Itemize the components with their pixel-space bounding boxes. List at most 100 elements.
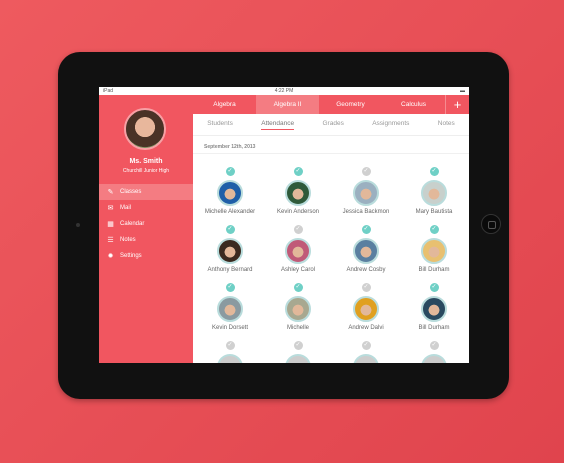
student-avatar xyxy=(217,296,243,322)
student-card[interactable]: ✓ Andrew Cosby xyxy=(332,225,400,273)
attendance-check-icon[interactable]: ✓ xyxy=(361,341,371,350)
calendar-icon: ▦ xyxy=(107,221,114,228)
student-name: Kevin Anderson xyxy=(276,209,320,215)
student-name: Bill Durham xyxy=(418,267,450,273)
home-button[interactable] xyxy=(481,214,501,234)
student-card[interactable]: ✓ Ashley Carol xyxy=(264,225,332,273)
subtab-assignments[interactable]: Assignments xyxy=(372,120,409,129)
student-avatar xyxy=(421,296,447,322)
student-card[interactable]: ✓ Michelle xyxy=(264,283,332,331)
clock: 4:22 PM xyxy=(274,88,294,94)
attendance-check-icon[interactable]: ✓ xyxy=(225,341,235,350)
student-card[interactable]: ✓ xyxy=(264,341,332,363)
attendance-check-icon[interactable]: ✓ xyxy=(361,167,371,176)
student-name: Anthony Bernard xyxy=(207,267,253,273)
teacher-avatar xyxy=(124,108,166,150)
sidebar-item-calendar[interactable]: ▦ Calendar xyxy=(99,216,193,232)
class-tabs: Algebra Algebra II Geometry Calculus + xyxy=(193,95,469,114)
student-card[interactable]: ✓ xyxy=(400,341,468,363)
tab-algebra-ii[interactable]: Algebra II xyxy=(256,95,319,114)
sidebar-menu: ✎ Classes ✉ Mail ▦ Calendar ☰ Notes ✹ Setting… xyxy=(99,184,193,264)
student-avatar xyxy=(285,354,311,363)
attendance-check-icon[interactable]: ✓ xyxy=(361,283,371,292)
student-avatar xyxy=(285,296,311,322)
student-avatar xyxy=(217,180,243,206)
student-avatar xyxy=(217,354,243,363)
student-name: Jessica Backmon xyxy=(342,209,390,215)
label: Classes xyxy=(120,189,142,195)
attendance-check-icon[interactable]: ✓ xyxy=(361,225,371,234)
sidebar-item-settings[interactable]: ✹ Settings xyxy=(99,248,193,264)
student-card[interactable]: ✓ Anthony Bernard xyxy=(196,225,264,273)
student-name: Michelle Alexander xyxy=(204,209,256,215)
tab-algebra[interactable]: Algebra xyxy=(193,95,256,114)
student-card[interactable]: ✓ Jessica Backmon xyxy=(332,167,400,215)
attendance-check-icon[interactable]: ✓ xyxy=(225,225,235,234)
add-class-button[interactable]: + xyxy=(445,95,469,114)
attendance-check-icon[interactable]: ✓ xyxy=(429,341,439,350)
attendance-check-icon[interactable]: ✓ xyxy=(429,283,439,292)
student-card[interactable]: ✓ Kevin Dorsett xyxy=(196,283,264,331)
subtab-students[interactable]: Students xyxy=(207,120,233,129)
screen: iPad 4:22 PM ▬ Ms. Smith Churchill Junio… xyxy=(99,87,469,363)
sidebar-item-classes[interactable]: ✎ Classes xyxy=(99,184,193,200)
camera xyxy=(76,223,80,227)
sub-tabs: Students Attendance Grades Assignments N… xyxy=(193,114,469,136)
label: Notes xyxy=(120,237,136,243)
pencil-icon: ✎ xyxy=(107,189,114,196)
student-name: Michelle xyxy=(286,325,309,331)
attendance-check-icon[interactable]: ✓ xyxy=(225,283,235,292)
student-card[interactable]: ✓ Andrew Dalvi xyxy=(332,283,400,331)
divider xyxy=(193,153,469,154)
student-name: Kevin Dorsett xyxy=(211,325,248,331)
battery-icon: ▬ xyxy=(460,88,465,94)
device-label: iPad xyxy=(103,88,114,94)
sidebar-item-notes[interactable]: ☰ Notes xyxy=(99,232,193,248)
student-card[interactable]: ✓ Mary Bautista xyxy=(400,167,468,215)
attendance-check-icon[interactable]: ✓ xyxy=(429,225,439,234)
subtab-attendance[interactable]: Attendance xyxy=(261,120,295,130)
student-card[interactable]: ✓ Bill Durham xyxy=(400,225,468,273)
status-bar: iPad 4:22 PM ▬ xyxy=(99,87,469,95)
student-card[interactable]: ✓ xyxy=(196,341,264,363)
label: Calendar xyxy=(120,221,145,227)
student-avatar xyxy=(421,354,447,363)
student-avatar xyxy=(353,354,379,363)
attendance-check-icon[interactable]: ✓ xyxy=(293,283,303,292)
student-avatar xyxy=(353,296,379,322)
student-name: Andrew Cosby xyxy=(346,267,386,273)
student-avatar xyxy=(353,180,379,206)
student-avatar xyxy=(421,238,447,264)
student-card[interactable]: ✓ Bill Durham xyxy=(400,283,468,331)
student-avatar xyxy=(353,238,379,264)
sidebar: Ms. Smith Churchill Junior High ✎ Classes… xyxy=(99,95,193,363)
attendance-check-icon[interactable]: ✓ xyxy=(293,225,303,234)
teacher-school: Churchill Junior High xyxy=(122,168,170,174)
student-grid: ✓ Michelle Alexander ✓ Kevin Anderson ✓ Jessi… xyxy=(193,167,469,363)
subtab-grades[interactable]: Grades xyxy=(323,120,344,129)
student-avatar xyxy=(217,238,243,264)
label: Settings xyxy=(120,253,142,259)
attendance-check-icon[interactable]: ✓ xyxy=(293,341,303,350)
student-name: Andrew Dalvi xyxy=(348,325,384,331)
tab-geometry[interactable]: Geometry xyxy=(319,95,382,114)
attendance-check-icon[interactable]: ✓ xyxy=(225,167,235,176)
student-avatar xyxy=(285,238,311,264)
student-card[interactable]: ✓ xyxy=(332,341,400,363)
subtab-notes[interactable]: Notes xyxy=(438,120,455,129)
sidebar-item-mail[interactable]: ✉ Mail xyxy=(99,200,193,216)
list-icon: ☰ xyxy=(107,237,114,244)
teacher-name: Ms. Smith xyxy=(129,158,163,165)
attendance-check-icon[interactable]: ✓ xyxy=(429,167,439,176)
student-name: Mary Bautista xyxy=(415,209,453,215)
label: Mail xyxy=(120,205,132,211)
tab-calculus[interactable]: Calculus xyxy=(382,95,445,114)
mail-icon: ✉ xyxy=(107,205,114,212)
student-card[interactable]: ✓ Michelle Alexander xyxy=(196,167,264,215)
gear-icon: ✹ xyxy=(107,253,114,260)
student-card[interactable]: ✓ Kevin Anderson xyxy=(264,167,332,215)
student-name: Ashley Carol xyxy=(280,267,315,273)
student-avatar xyxy=(285,180,311,206)
student-avatar xyxy=(421,180,447,206)
attendance-check-icon[interactable]: ✓ xyxy=(293,167,303,176)
